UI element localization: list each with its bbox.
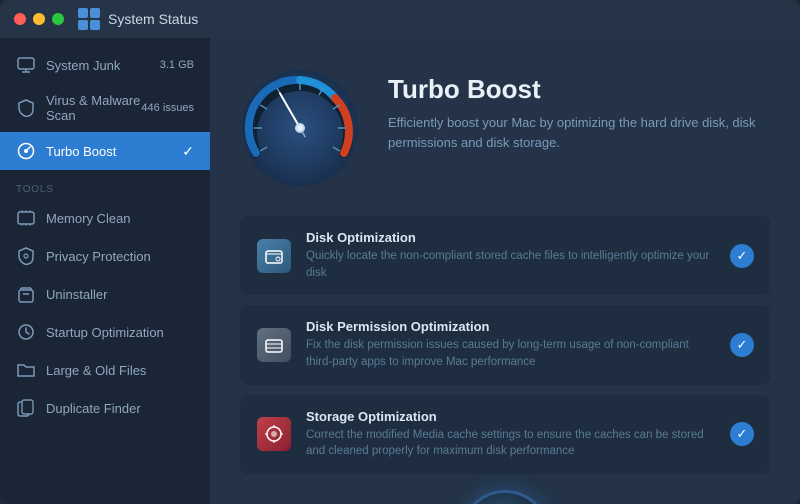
app-icon-cell <box>90 8 100 18</box>
content-header: Turbo Boost Efficiently boost your Mac b… <box>240 68 770 188</box>
perm-icon-bg <box>257 328 291 362</box>
sidebar-label-privacy: Privacy Protection <box>46 249 194 264</box>
disk-opt-title: Disk Optimization <box>306 230 716 245</box>
sidebar-item-system-junk[interactable]: System Junk 3.1 GB <box>0 46 210 84</box>
perm-opt-desc: Fix the disk permission issues caused by… <box>306 337 716 370</box>
sidebar-label-turbo-boost: Turbo Boost <box>46 144 182 159</box>
duplicate-icon <box>16 398 36 418</box>
sidebar-label-startup: Startup Optimization <box>46 325 194 340</box>
app-title: System Status <box>108 11 198 27</box>
perm-opt-title: Disk Permission Optimization <box>306 319 716 334</box>
monitor-icon <box>16 55 36 75</box>
maximize-button[interactable] <box>52 13 64 25</box>
boost-button[interactable]: Boost <box>460 490 550 504</box>
folder-icon <box>16 360 36 380</box>
feature-card-disk-permission: Disk Permission Optimization Fix the dis… <box>240 305 770 384</box>
storage-opt-title: Storage Optimization <box>306 409 716 424</box>
turbo-gauge <box>240 68 360 188</box>
content-area: Turbo Boost Efficiently boost your Mac b… <box>210 38 800 504</box>
storage-icon-bg <box>257 417 291 451</box>
sidebar-item-large-files[interactable]: Large & Old Files <box>0 351 210 389</box>
minimize-button[interactable] <box>33 13 45 25</box>
uninstaller-icon <box>16 284 36 304</box>
disk-opt-desc: Quickly locate the non-compliant stored … <box>306 248 716 281</box>
privacy-icon <box>16 246 36 266</box>
storage-opt-desc: Correct the modified Media cache setting… <box>306 427 716 460</box>
sidebar-label-virus: Virus & Malware Scan <box>46 93 141 123</box>
sidebar-item-memory-clean[interactable]: Memory Clean <box>0 199 210 237</box>
app-icon-cell <box>90 20 100 30</box>
titlebar: System Status <box>0 0 800 38</box>
sidebar-label-memory-clean: Memory Clean <box>46 211 194 226</box>
perm-opt-check: ✓ <box>730 333 754 357</box>
sidebar-item-turbo-boost[interactable]: Turbo Boost ✓ <box>0 132 210 170</box>
app-icon-cell <box>78 8 88 18</box>
sidebar-item-virus-malware[interactable]: Virus & Malware Scan 446 issues <box>0 84 210 132</box>
memory-icon <box>16 208 36 228</box>
app-title-area: System Status <box>78 8 198 30</box>
shield-icon <box>16 98 36 118</box>
main-layout: System Junk 3.1 GB Virus & Malware Scan … <box>0 38 800 504</box>
boost-button-container: Boost <box>240 490 770 504</box>
sidebar-label-duplicate: Duplicate Finder <box>46 401 194 416</box>
feature-card-storage: Storage Optimization Correct the modifie… <box>240 395 770 474</box>
sidebar: System Junk 3.1 GB Virus & Malware Scan … <box>0 38 210 504</box>
sidebar-badge-virus: 446 issues <box>141 102 194 114</box>
perm-opt-text: Disk Permission Optimization Fix the dis… <box>306 319 716 370</box>
active-checkmark: ✓ <box>182 143 194 160</box>
sidebar-item-privacy-protection[interactable]: Privacy Protection <box>0 237 210 275</box>
startup-icon <box>16 322 36 342</box>
storage-opt-text: Storage Optimization Correct the modifie… <box>306 409 716 460</box>
disk-opt-icon <box>256 238 292 274</box>
sidebar-item-duplicate-finder[interactable]: Duplicate Finder <box>0 389 210 427</box>
traffic-lights <box>14 13 64 25</box>
sidebar-item-startup[interactable]: Startup Optimization <box>0 313 210 351</box>
app-icon-cell <box>78 20 88 30</box>
sidebar-label-uninstaller: Uninstaller <box>46 287 194 302</box>
app-window: System Status System Junk 3.1 GB <box>0 0 800 504</box>
perm-opt-icon <box>256 327 292 363</box>
close-button[interactable] <box>14 13 26 25</box>
app-icon <box>78 8 100 30</box>
disk-icon-bg <box>257 239 291 273</box>
storage-opt-check: ✓ <box>730 422 754 446</box>
gauge-icon <box>16 141 36 161</box>
feature-list: Disk Optimization Quickly locate the non… <box>240 216 770 474</box>
sidebar-label-large-files: Large & Old Files <box>46 363 194 378</box>
feature-card-disk-optimization: Disk Optimization Quickly locate the non… <box>240 216 770 295</box>
disk-opt-text: Disk Optimization Quickly locate the non… <box>306 230 716 281</box>
storage-opt-icon <box>256 416 292 452</box>
content-title: Turbo Boost <box>388 74 758 105</box>
sidebar-item-uninstaller[interactable]: Uninstaller <box>0 275 210 313</box>
sidebar-badge-system-junk: 3.1 GB <box>160 59 194 71</box>
sidebar-label-system-junk: System Junk <box>46 58 160 73</box>
disk-opt-check: ✓ <box>730 244 754 268</box>
content-description: Efficiently boost your Mac by optimizing… <box>388 113 758 152</box>
content-title-area: Turbo Boost Efficiently boost your Mac b… <box>388 68 758 152</box>
tools-section-label: Tools <box>0 170 210 199</box>
